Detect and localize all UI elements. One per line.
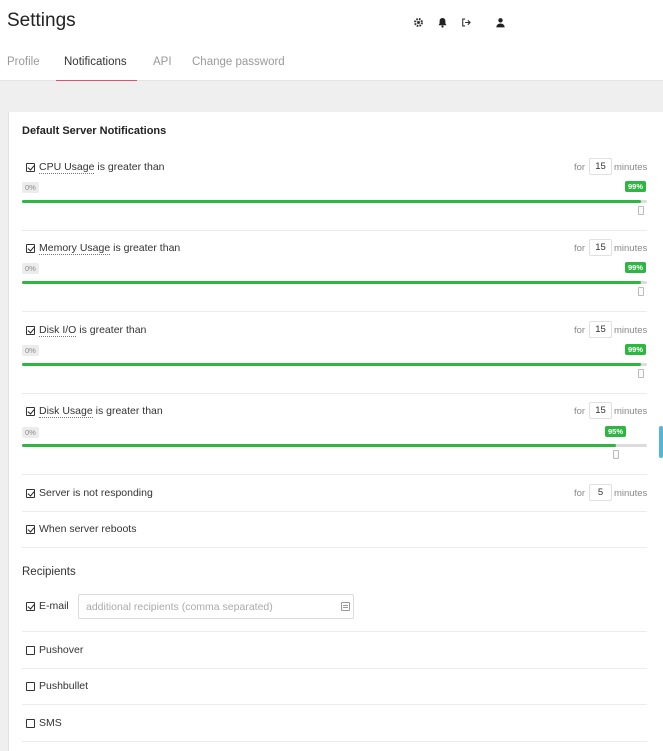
divider — [22, 547, 647, 548]
disk-io-label: Disk I/O is greater than — [39, 324, 147, 337]
header-icons — [410, 14, 516, 30]
recipients-title: Recipients — [22, 566, 76, 578]
minutes-label: minutes — [614, 488, 648, 499]
server-not-responding-label: Server is not responding — [39, 487, 153, 499]
divider — [22, 631, 647, 632]
minutes-label: minutes — [614, 406, 648, 417]
sign-out-icon[interactable] — [458, 14, 474, 30]
divider — [22, 311, 647, 312]
cpu-slider-handle[interactable] — [638, 206, 644, 215]
divider — [22, 474, 647, 475]
email-label: E-mail — [39, 600, 69, 612]
memory-slider-handle[interactable] — [638, 287, 644, 296]
tab-notifications[interactable]: Notifications — [64, 56, 127, 78]
server-not-responding-row: Server is not responding for 5 minutes — [22, 484, 648, 506]
memory-slider-fill — [22, 281, 641, 284]
gear-icon[interactable] — [410, 14, 426, 30]
disk-usage-value-badge: 95% — [605, 426, 627, 437]
disk-io-slider-fill — [22, 363, 641, 366]
minutes-label: minutes — [614, 243, 648, 254]
pushbullet-checkbox[interactable] — [26, 682, 35, 691]
divider — [22, 704, 647, 705]
sms-row: SMS — [22, 717, 647, 737]
notification-row-memory: Memory Usage is greater than for 15 minu… — [22, 239, 648, 301]
user-icon[interactable] — [492, 14, 508, 30]
divider — [22, 230, 647, 231]
divider — [22, 511, 647, 512]
slider-min-label: 0% — [22, 427, 39, 438]
disk-io-value-badge: 99% — [625, 344, 647, 355]
tab-profile[interactable]: Profile — [7, 56, 40, 78]
slider-min-label: 0% — [22, 182, 39, 193]
disk-io-checkbox[interactable] — [26, 326, 35, 335]
cpu-checkbox[interactable] — [26, 163, 35, 172]
slider-min-label: 0% — [22, 345, 39, 356]
pushover-checkbox[interactable] — [26, 646, 35, 655]
divider — [22, 393, 647, 394]
pushover-label: Pushover — [39, 644, 84, 656]
memory-checkbox[interactable] — [26, 244, 35, 253]
tab-change-password[interactable]: Change password — [192, 56, 285, 78]
disk-io-minutes-input[interactable]: 15 — [589, 321, 612, 338]
pushover-row: Pushover — [22, 644, 647, 664]
for-label: for — [574, 325, 586, 336]
section-title: Default Server Notifications — [22, 125, 167, 137]
page-title: Settings — [7, 10, 76, 31]
slider-min-label: 0% — [22, 263, 39, 274]
bell-icon[interactable] — [434, 14, 450, 30]
memory-value-badge: 99% — [625, 262, 647, 273]
for-label: for — [574, 406, 586, 417]
server-not-responding-minutes-input[interactable]: 5 — [589, 484, 612, 501]
disk-usage-slider-fill — [22, 444, 616, 447]
divider — [22, 741, 647, 742]
disk-usage-slider-handle[interactable] — [613, 450, 619, 459]
contact-card-icon[interactable] — [341, 602, 350, 611]
for-label: for — [574, 243, 586, 254]
tab-api[interactable]: API — [153, 56, 172, 78]
disk-io-slider-track[interactable] — [22, 363, 647, 366]
pushbullet-label: Pushbullet — [39, 680, 89, 692]
scrollbar-thumb[interactable] — [659, 426, 663, 458]
server-reboots-row: When server reboots — [22, 522, 647, 542]
cpu-label: CPU Usage is greater than — [39, 161, 165, 174]
disk-usage-minutes-input[interactable]: 15 — [589, 402, 612, 419]
notification-row-cpu: CPU Usage is greater than for 15 minutes… — [22, 158, 648, 220]
for-label: for — [574, 162, 586, 173]
notification-row-disk-io: Disk I/O is greater than for 15 minutes … — [22, 321, 648, 383]
divider — [22, 668, 647, 669]
sms-checkbox[interactable] — [26, 719, 35, 728]
minutes-label: minutes — [614, 325, 648, 336]
sms-label: SMS — [39, 717, 62, 729]
server-reboots-checkbox[interactable] — [26, 525, 35, 534]
server-not-responding-checkbox[interactable] — [26, 489, 35, 498]
disk-usage-label: Disk Usage is greater than — [39, 405, 163, 418]
for-label: for — [574, 488, 586, 499]
memory-minutes-input[interactable]: 15 — [589, 239, 612, 256]
notification-row-disk-usage: Disk Usage is greater than for 15 minute… — [22, 402, 648, 464]
email-recipients-input[interactable] — [78, 594, 354, 619]
tab-bar: Profile Notifications API Change passwor… — [0, 48, 663, 81]
memory-slider-track[interactable] — [22, 281, 647, 284]
cpu-minutes-input[interactable]: 15 — [589, 158, 612, 175]
memory-label: Memory Usage is greater than — [39, 242, 181, 255]
disk-io-slider-handle[interactable] — [638, 369, 644, 378]
disk-usage-checkbox[interactable] — [26, 407, 35, 416]
server-reboots-label: When server reboots — [39, 523, 137, 535]
disk-usage-slider-track[interactable] — [22, 444, 647, 447]
cpu-slider-track[interactable] — [22, 200, 647, 203]
email-checkbox[interactable] — [26, 602, 35, 611]
cpu-value-badge: 99% — [625, 181, 647, 192]
pushbullet-row: Pushbullet — [22, 680, 647, 700]
minutes-label: minutes — [614, 162, 648, 173]
top-bar: Settings — [0, 0, 663, 45]
cpu-slider-fill — [22, 200, 641, 203]
